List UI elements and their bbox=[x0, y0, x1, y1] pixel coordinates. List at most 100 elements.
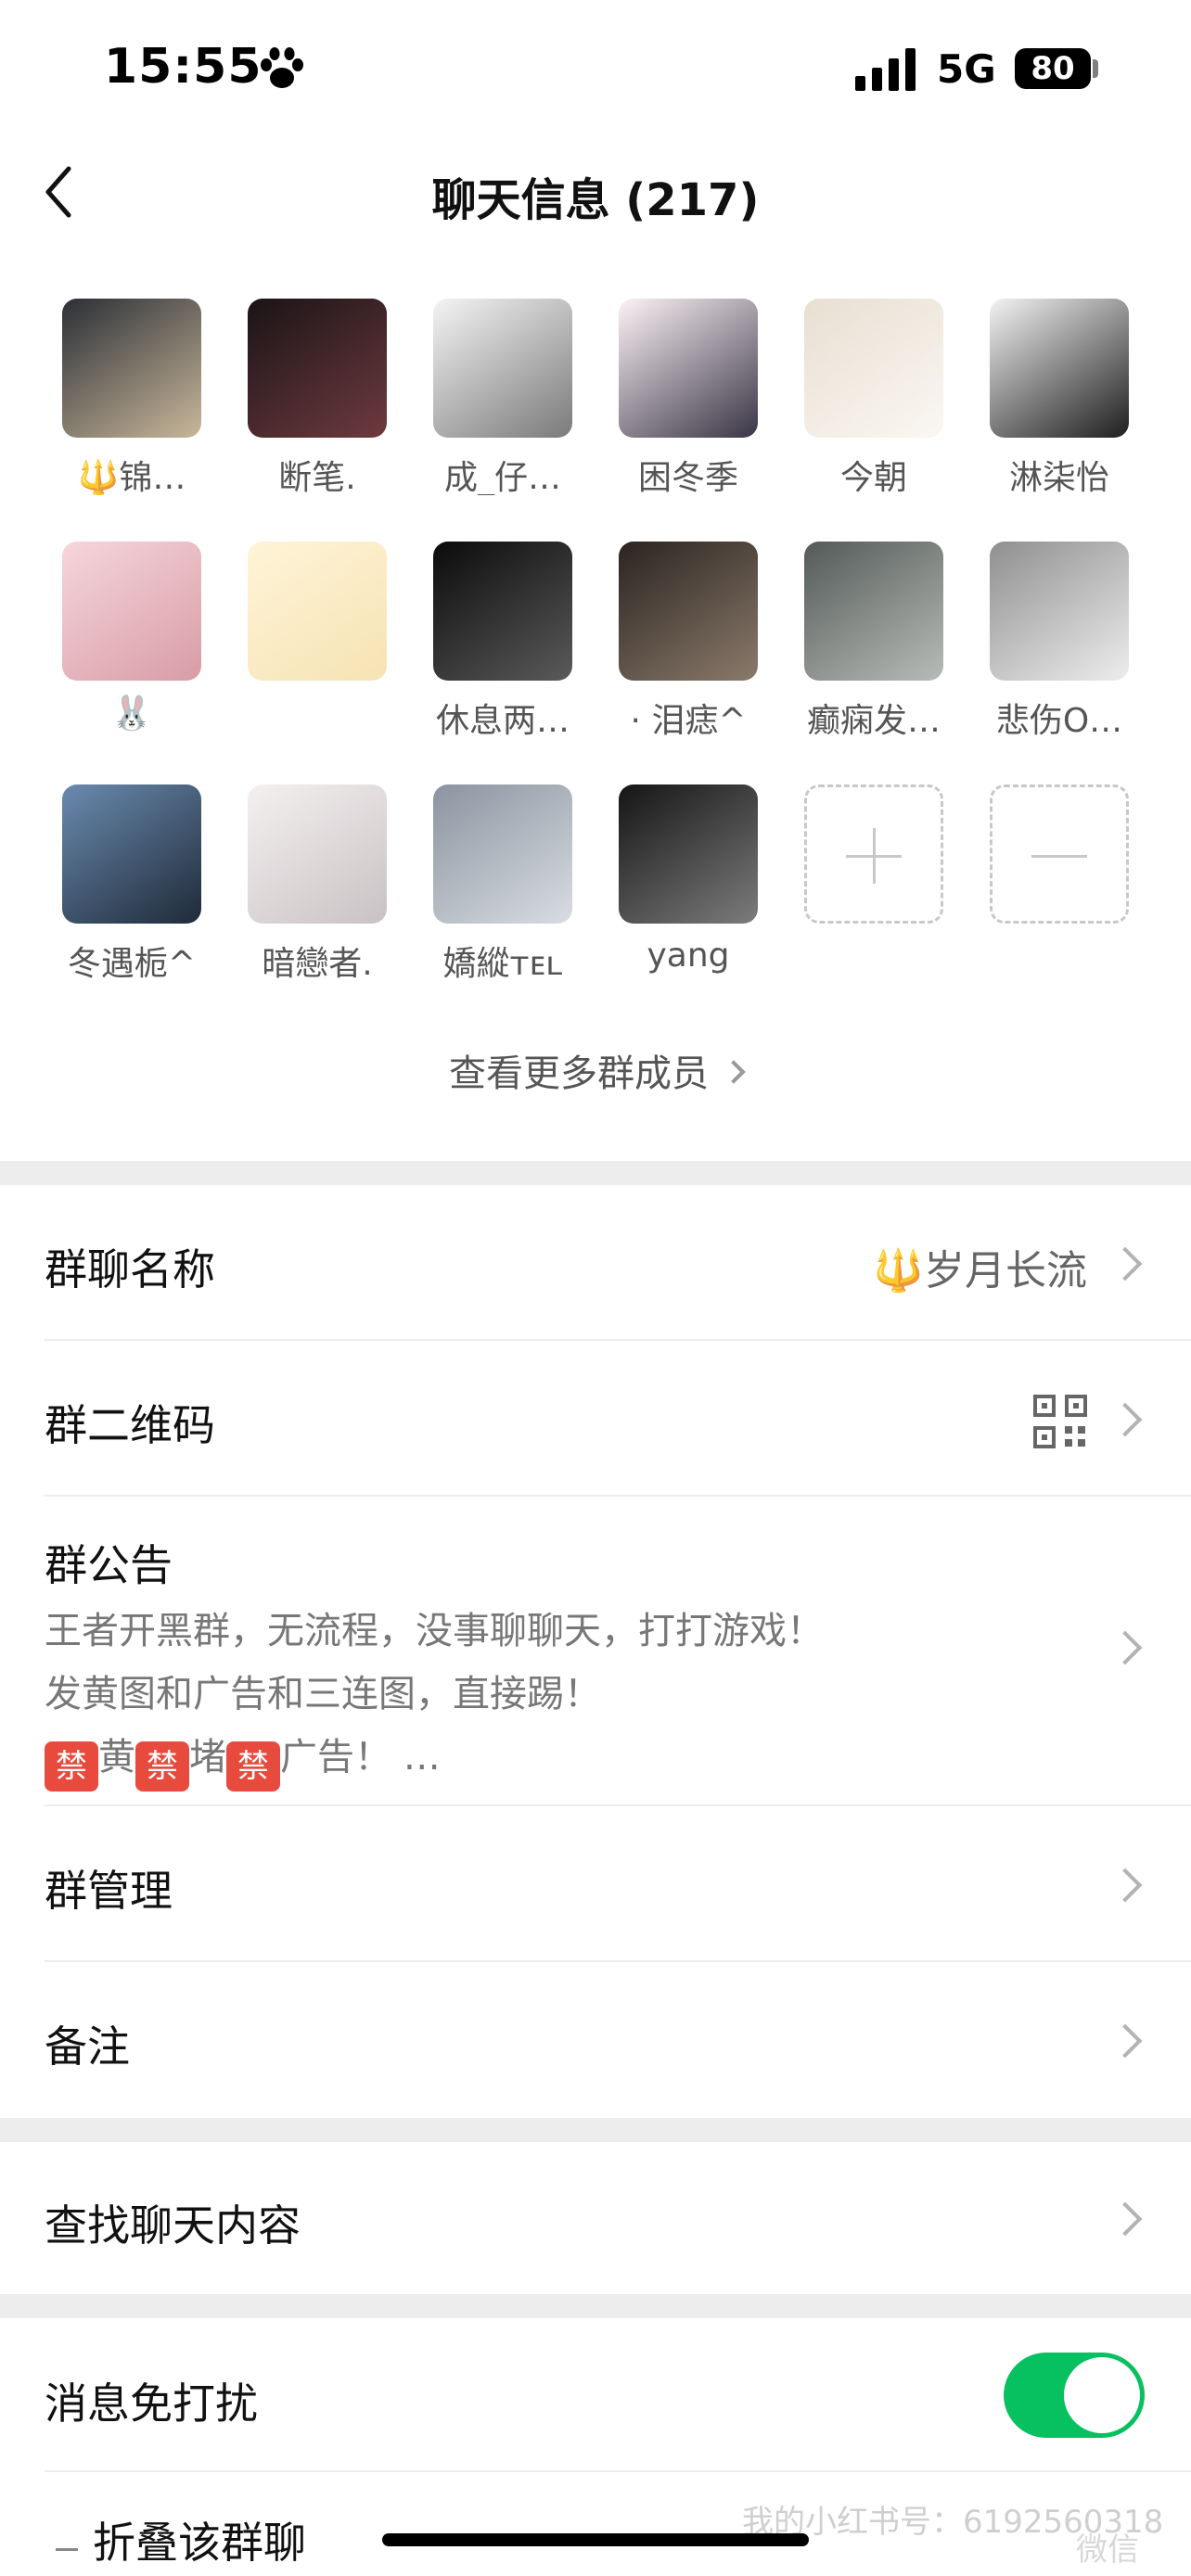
group-qr-row[interactable]: 群二维码 bbox=[0, 1341, 1191, 1497]
battery-cap bbox=[1093, 59, 1098, 78]
member-name: 困冬季 bbox=[637, 459, 738, 495]
add-member-button[interactable] bbox=[781, 784, 967, 924]
member-avatar[interactable] bbox=[619, 542, 758, 681]
member-name: 嬌縱ᴛᴇʟ bbox=[442, 945, 563, 981]
member-name: 癫痫发… bbox=[806, 702, 941, 738]
view-more-members-link[interactable]: 查看更多群成员 bbox=[0, 1043, 1191, 1097]
ban-icon: 禁 bbox=[226, 1741, 280, 1792]
member-name: 今朝 bbox=[839, 459, 907, 495]
fold-label: 折叠该群聊 bbox=[93, 2518, 306, 2568]
member-avatar[interactable] bbox=[619, 784, 758, 924]
member-avatar[interactable] bbox=[248, 299, 387, 438]
member-avatar[interactable] bbox=[990, 542, 1129, 681]
view-more-members-label: 查看更多群成员 bbox=[449, 1052, 709, 1095]
member-item[interactable]: · 泪痣^ bbox=[596, 542, 781, 738]
chevron-right-icon bbox=[1108, 1868, 1143, 1903]
chevron-right-icon bbox=[722, 1060, 746, 1084]
group-name-value: 🔱岁月长流 bbox=[873, 1247, 1087, 1294]
member-avatar[interactable] bbox=[248, 784, 387, 924]
mute-toggle[interactable] bbox=[1004, 2353, 1145, 2438]
nav-bar: 聊天信息 (217) bbox=[0, 139, 1191, 250]
member-item[interactable]: 🔱锦… bbox=[39, 299, 224, 495]
home-indicator[interactable] bbox=[382, 2533, 809, 2546]
member-item[interactable]: 休息两… bbox=[410, 542, 596, 738]
member-avatar[interactable] bbox=[62, 784, 201, 924]
group-name-label: 群聊名称 bbox=[45, 1244, 215, 1294]
member-item[interactable]: 困冬季 bbox=[596, 299, 781, 495]
qr-code-icon bbox=[1033, 1395, 1087, 1448]
section-divider bbox=[0, 2294, 1191, 2318]
notice-word: 广告！ … bbox=[280, 1736, 441, 1779]
member-item[interactable]: 断笔. bbox=[224, 299, 410, 495]
plus-icon[interactable] bbox=[804, 784, 943, 924]
member-avatar[interactable] bbox=[248, 542, 387, 681]
member-avatar[interactable] bbox=[62, 542, 201, 681]
member-avatar[interactable] bbox=[990, 299, 1129, 438]
member-name: · 泪痣^ bbox=[630, 702, 747, 738]
member-name: 悲伤O… bbox=[995, 702, 1123, 738]
section-divider bbox=[0, 2118, 1191, 2142]
member-name: 休息两… bbox=[435, 702, 570, 738]
member-item[interactable]: 成_仔… bbox=[410, 299, 596, 495]
toggle-knob bbox=[1064, 2357, 1140, 2433]
member-name bbox=[224, 694, 410, 738]
member-item[interactable]: 悲伤O… bbox=[967, 542, 1152, 738]
group-manage-row[interactable]: 群管理 bbox=[0, 1806, 1191, 1962]
mute-row: 消息免打扰 bbox=[0, 2318, 1191, 2472]
member-avatar[interactable] bbox=[62, 299, 201, 438]
member-name: 暗戀者. bbox=[262, 945, 373, 981]
ban-icon: 禁 bbox=[135, 1741, 189, 1792]
member-name: 淋柒怡 bbox=[1008, 459, 1109, 495]
group-manage-label: 群管理 bbox=[45, 1866, 173, 1916]
member-item[interactable]: 暗戀者. bbox=[224, 784, 410, 981]
member-item[interactable]: yang bbox=[596, 784, 781, 981]
remark-label: 备注 bbox=[45, 2021, 130, 2072]
member-name: 🐰 bbox=[110, 695, 153, 733]
signal-icon bbox=[855, 48, 916, 91]
group-qr-label: 群二维码 bbox=[45, 1400, 215, 1450]
group-notice-row[interactable]: 群公告 王者开黑群，无流程，没事聊聊天，打打游戏！ 发黄图和广告和三连图，直接踢… bbox=[0, 1497, 1191, 1806]
search-chat-row[interactable]: 查找聊天内容 bbox=[0, 2142, 1191, 2294]
mute-label: 消息免打扰 bbox=[45, 2378, 258, 2429]
chevron-right-icon bbox=[1108, 2023, 1143, 2059]
page-title: 聊天信息 (217) bbox=[431, 174, 760, 226]
member-name: 断笔. bbox=[278, 459, 356, 495]
search-chat-label: 查找聊天内容 bbox=[45, 2200, 301, 2251]
member-item[interactable]: 嬌縱ᴛᴇʟ bbox=[410, 784, 596, 981]
battery-icon: 80 bbox=[1015, 48, 1091, 89]
chevron-right-icon bbox=[1108, 1246, 1143, 1282]
chevron-right-icon bbox=[1108, 2201, 1143, 2237]
status-time: 15:55 bbox=[104, 39, 263, 95]
notice-word: 黄 bbox=[98, 1736, 135, 1779]
member-avatar[interactable] bbox=[804, 542, 943, 681]
member-avatar[interactable] bbox=[619, 299, 758, 438]
member-item[interactable]: 癫痫发… bbox=[781, 542, 967, 738]
ban-icon: 禁 bbox=[45, 1741, 98, 1792]
member-avatar[interactable] bbox=[804, 299, 943, 438]
remark-row[interactable]: 备注 bbox=[0, 1962, 1191, 2118]
member-name: 成_仔… bbox=[443, 459, 561, 495]
member-item[interactable]: 🐰 bbox=[39, 542, 224, 738]
notice-line-3: 禁黄禁堵禁广告！ … bbox=[45, 1727, 441, 1792]
notice-line-1: 王者开黑群，无流程，没事聊聊天，打打游戏！ bbox=[45, 1610, 824, 1652]
section-divider bbox=[0, 1161, 1191, 1185]
minus-icon[interactable] bbox=[990, 784, 1129, 924]
network-label: 5G bbox=[937, 46, 996, 92]
member-item[interactable]: 今朝 bbox=[781, 299, 967, 495]
member-item[interactable]: 淋柒怡 bbox=[967, 299, 1152, 495]
chevron-right-icon bbox=[1108, 1402, 1143, 1437]
member-avatar[interactable] bbox=[433, 784, 572, 924]
member-item[interactable]: 冬遇栀^ bbox=[39, 784, 224, 981]
member-avatar[interactable] bbox=[433, 299, 572, 438]
watermark-wechat: 微信 bbox=[1076, 2531, 1139, 2569]
member-avatar[interactable] bbox=[433, 542, 572, 681]
group-name-row[interactable]: 群聊名称 🔱岁月长流 bbox=[0, 1185, 1191, 1341]
status-bar: 15:55 5G 80 bbox=[0, 0, 1191, 139]
minus-icon bbox=[56, 2548, 78, 2551]
member-name: yang bbox=[647, 937, 730, 975]
notice-word: 堵 bbox=[189, 1736, 226, 1779]
member-name: 🔱锦… bbox=[77, 459, 186, 495]
remove-member-button[interactable] bbox=[967, 784, 1152, 924]
notice-line-2: 发黄图和广告和三连图，直接踢！ bbox=[45, 1673, 601, 1715]
member-item[interactable] bbox=[224, 542, 410, 738]
